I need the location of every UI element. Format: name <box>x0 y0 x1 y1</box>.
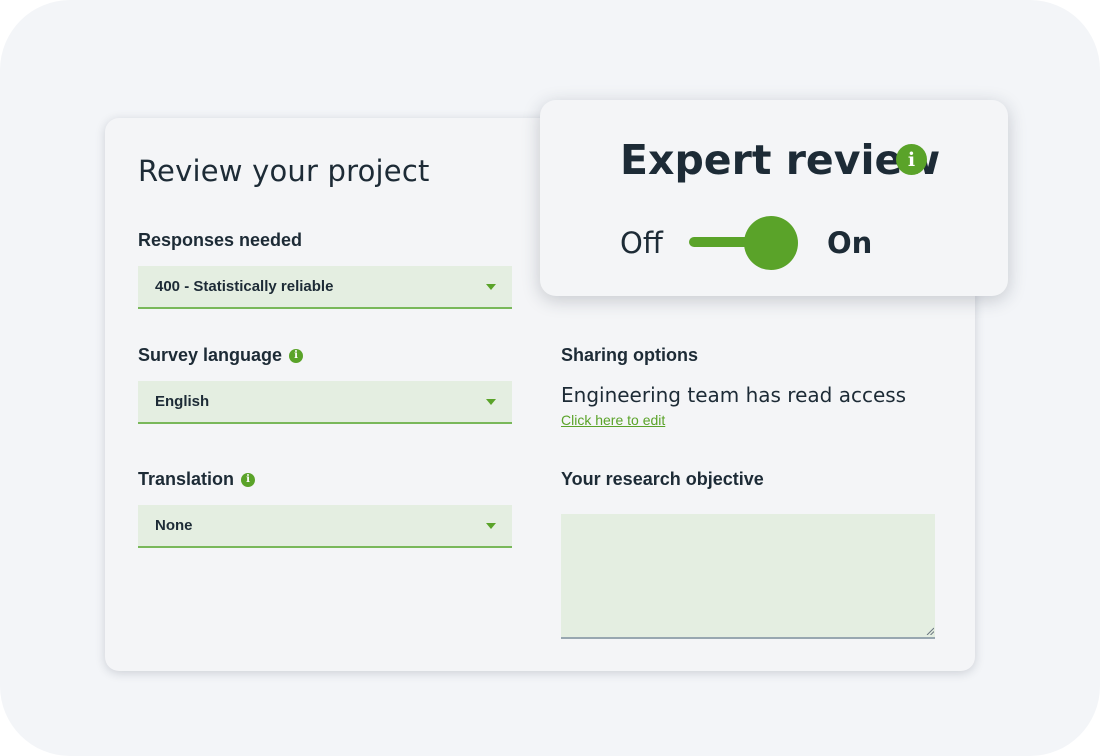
responses-select-value: 400 - Statistically reliable <box>155 278 334 295</box>
sharing-status-text: Engineering team has read access <box>561 383 907 407</box>
info-icon[interactable]: i <box>896 144 927 175</box>
expert-review-title: Expert review <box>620 136 941 184</box>
responses-label-text: Responses needed <box>138 230 303 250</box>
translation-label-text: Translation <box>138 469 235 489</box>
info-icon[interactable]: i <box>241 472 256 487</box>
objective-label: Your research objective <box>561 469 764 490</box>
expert-review-toggle-knob[interactable] <box>744 216 798 270</box>
info-icon[interactable]: i <box>289 348 304 363</box>
translation-label: Translation i <box>138 469 256 490</box>
language-select[interactable]: English <box>138 381 512 424</box>
chevron-down-icon <box>486 283 496 290</box>
language-label: Survey language i <box>138 345 304 366</box>
language-select-value: English <box>155 393 210 410</box>
responses-select[interactable]: 400 - Statistically reliable <box>138 266 512 309</box>
chevron-down-icon <box>486 522 496 529</box>
page-backdrop: Review your project Responses needed 400… <box>0 0 1100 756</box>
edit-sharing-link[interactable]: Click here to edit <box>561 412 665 428</box>
resize-grip-icon[interactable] <box>926 627 934 635</box>
chevron-down-icon <box>486 398 496 405</box>
page-title: Review your project <box>138 154 430 188</box>
translation-select-value: None <box>155 517 193 534</box>
responses-label: Responses needed <box>138 230 302 251</box>
sharing-label-text: Sharing options <box>561 345 698 365</box>
sharing-label: Sharing options <box>561 345 698 366</box>
toggle-off-label: Off <box>620 226 663 260</box>
language-label-text: Survey language <box>138 345 283 365</box>
translation-select[interactable]: None <box>138 505 512 548</box>
objective-label-text: Your research objective <box>561 469 764 489</box>
research-objective-textarea[interactable] <box>561 514 935 639</box>
toggle-on-label: On <box>827 226 873 260</box>
